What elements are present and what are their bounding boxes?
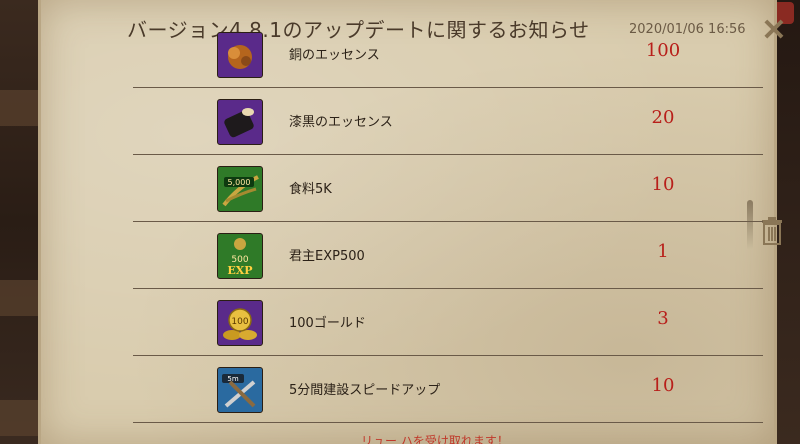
- item-name: 100ゴールド: [289, 316, 366, 331]
- item-quantity: 3: [657, 308, 669, 329]
- item-name: 君主EXP500: [289, 249, 365, 264]
- gold-100-icon: 100: [217, 300, 263, 346]
- footer-partial-text: リュー ハを受け取れます！: [361, 434, 509, 444]
- item-quantity: 20: [651, 107, 675, 128]
- food-5k-icon: 5,000: [217, 166, 263, 212]
- item-name: 食料5K: [289, 182, 332, 197]
- speedup-badge-text: 5m: [227, 375, 238, 383]
- gold-badge-text: 100: [231, 317, 248, 327]
- food-badge-text: 5,000: [228, 178, 251, 187]
- bronze-essence-icon: [217, 32, 263, 78]
- notice-panel: バージョン4.8.1のアップデートに関するお知らせ 2020/01/06 16:…: [38, 0, 787, 444]
- item-name: 銅のエッセンス: [289, 48, 380, 63]
- exp-badge-label: EXP: [227, 264, 252, 277]
- list-item: 銅のエッセンス 100: [133, 20, 763, 88]
- list-item: 500 EXP 君主EXP500 1: [133, 221, 763, 289]
- item-quantity: 10: [651, 174, 675, 195]
- item-name: 漆黒のエッセンス: [289, 115, 393, 130]
- list-item: 100 100ゴールド 3: [133, 288, 763, 356]
- item-quantity: 10: [651, 375, 675, 396]
- item-quantity: 100: [645, 40, 681, 61]
- list-item: 漆黒のエッセンス 20: [133, 87, 763, 155]
- close-icon: ✕: [761, 13, 787, 48]
- item-name: 5分間建設スピードアップ: [289, 383, 441, 398]
- lord-exp-500-icon: 500 EXP: [217, 233, 263, 279]
- reward-list: 銅のエッセンス 100 漆黒のエッセンス 20 5,000 食料5K 10 50…: [133, 32, 763, 444]
- list-item: 5m 5分間建設スピードアップ 10: [133, 355, 763, 423]
- jet-black-essence-icon: [217, 99, 263, 145]
- list-item: 5,000 食料5K 10: [133, 154, 763, 222]
- construction-speedup-5m-icon: 5m: [217, 367, 263, 413]
- item-quantity: 1: [657, 241, 669, 262]
